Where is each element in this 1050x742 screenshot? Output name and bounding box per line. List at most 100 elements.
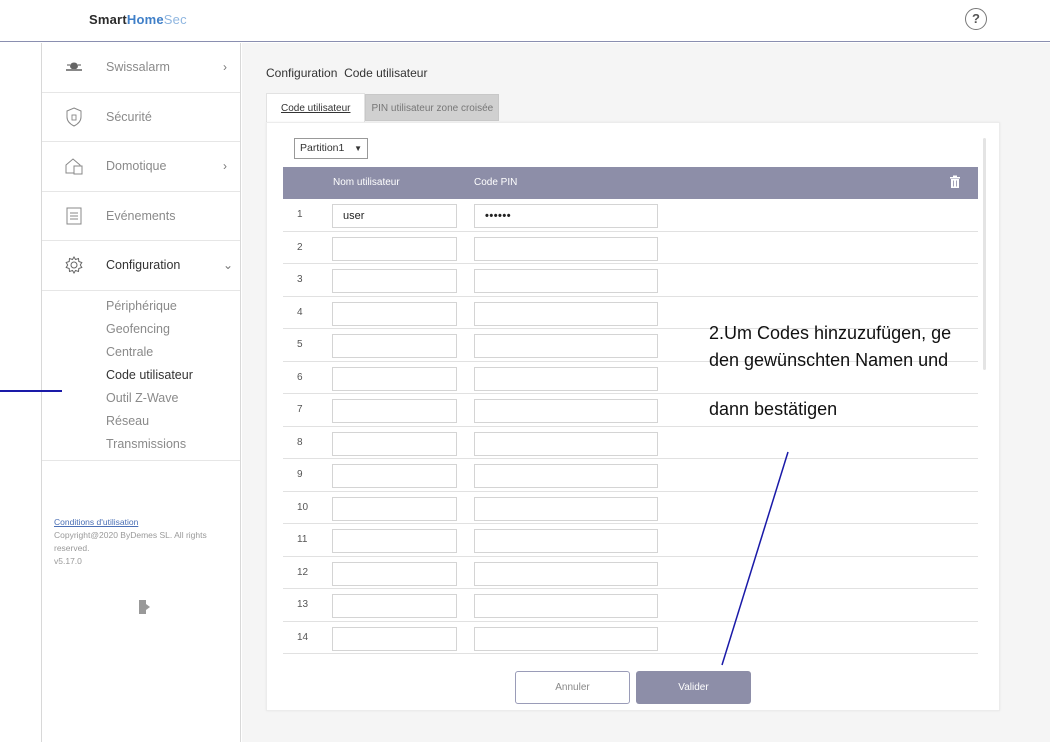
- sidebar-item-label: Domotique: [106, 159, 167, 174]
- user-name-field[interactable]: [332, 561, 457, 586]
- trash-icon[interactable]: [949, 175, 961, 189]
- help-icon[interactable]: ?: [965, 8, 987, 30]
- row-number: 11: [297, 534, 308, 545]
- cancel-button[interactable]: Annuler: [515, 671, 630, 704]
- table-row: 3: [283, 264, 978, 297]
- row-number: 1: [297, 209, 303, 220]
- logout-icon[interactable]: [139, 600, 151, 614]
- table-header: Nom utilisateur Code PIN: [283, 167, 978, 199]
- submenu-item-code-utilisateur[interactable]: Code utilisateur: [42, 364, 240, 387]
- gear-icon: [64, 255, 84, 275]
- annotation-text-line-3: dann bestätigen: [709, 399, 838, 419]
- user-name-field[interactable]: [332, 464, 457, 488]
- smart-home-icon: [64, 156, 84, 176]
- scrollbar[interactable]: [983, 138, 986, 370]
- row-number: 2: [297, 241, 303, 253]
- table-row: 14: [283, 622, 978, 654]
- user-name-field[interactable]: [332, 399, 457, 423]
- user-name-field[interactable]: [332, 529, 457, 553]
- submenu-item-outil-zwave[interactable]: Outil Z-Wave: [42, 387, 240, 410]
- partition-selected-value: Partition1: [300, 142, 345, 154]
- tab-code-utilisateur[interactable]: Code utilisateur: [266, 93, 366, 122]
- sidebar-item-domotique[interactable]: Domotique ›: [42, 142, 240, 192]
- user-name-field[interactable]: [332, 626, 457, 651]
- configuration-submenu: Périphérique Geofencing Centrale Code ut…: [42, 291, 240, 461]
- top-bar: SmartHomeSec ?: [0, 0, 1050, 42]
- sidebar-item-label: Configuration: [106, 258, 181, 273]
- confirm-button[interactable]: Valider: [636, 671, 751, 704]
- user-name-field[interactable]: [332, 431, 457, 456]
- pin-code-field[interactable]: [474, 399, 658, 423]
- user-name-field[interactable]: [332, 496, 457, 521]
- partition-select[interactable]: Partition1 ▼: [294, 138, 368, 159]
- pin-code-field[interactable]: [474, 236, 658, 261]
- user-name-field[interactable]: [332, 269, 457, 293]
- table-row: 10: [283, 492, 978, 524]
- table-row: 7: [283, 394, 978, 427]
- pin-code-field[interactable]: [474, 561, 658, 586]
- row-number: 10: [297, 501, 309, 513]
- caret-down-icon: ▼: [354, 144, 362, 153]
- copyright-text: Copyright@2020 ByDemes SL. All rights re…: [54, 530, 207, 553]
- chevron-down-icon: ⌄: [223, 258, 234, 273]
- user-name-field[interactable]: [332, 334, 457, 358]
- chevron-right-icon: ›: [223, 60, 227, 75]
- sidebar-item-swissalarm[interactable]: Swissalarm ›: [42, 43, 240, 93]
- sidebar-footer: Conditions d'utilisation Copyright@2020 …: [54, 516, 234, 568]
- submenu-item-centrale[interactable]: Centrale: [42, 341, 240, 364]
- brand-part-3: Sec: [163, 12, 187, 27]
- submenu-item-geofencing[interactable]: Geofencing: [42, 318, 240, 341]
- pin-code-field[interactable]: [474, 301, 658, 326]
- terms-link[interactable]: Conditions d'utilisation: [54, 517, 138, 527]
- annotation-pointer-line: [0, 390, 62, 392]
- pin-code-field[interactable]: [474, 464, 658, 488]
- swissalarm-logo-icon: [64, 57, 84, 77]
- user-name-field[interactable]: user: [332, 204, 457, 228]
- row-number: 4: [297, 306, 303, 318]
- pin-code-field[interactable]: [474, 594, 658, 618]
- pin-code-field[interactable]: [474, 626, 658, 651]
- submenu-item-reseau[interactable]: Réseau: [42, 410, 240, 433]
- user-table-body: 1 user •••••• 2 3 4 5 6 7 8 9 10 11 12 13 14: [283, 199, 978, 654]
- brand-part-1: Smart: [89, 12, 127, 27]
- sidebar-item-label: Sécurité: [106, 109, 152, 124]
- submenu-item-peripherique[interactable]: Périphérique: [42, 295, 240, 318]
- row-number: 3: [297, 274, 303, 285]
- row-number: 5: [297, 339, 303, 350]
- annotation-text-line-2: den gewünschten Namen und: [709, 350, 949, 370]
- pin-code-field[interactable]: [474, 431, 658, 456]
- sidebar-item-securite[interactable]: Sécurité: [42, 93, 240, 142]
- sidebar-item-evenements[interactable]: Evénements: [42, 192, 240, 241]
- sidebar-item-label: Swissalarm: [106, 60, 170, 75]
- table-row: 12: [283, 557, 978, 589]
- user-name-field[interactable]: [332, 366, 457, 391]
- user-name-field[interactable]: [332, 236, 457, 261]
- submenu-item-transmissions[interactable]: Transmissions: [42, 433, 240, 456]
- list-icon: [64, 206, 84, 226]
- pin-code-field[interactable]: ••••••: [474, 204, 658, 228]
- tab-pin-zone-croisee[interactable]: PIN utilisateur zone croisée: [365, 94, 500, 121]
- breadcrumb-page: Code utilisateur: [344, 66, 428, 80]
- shield-icon: [64, 107, 84, 127]
- pin-code-field[interactable]: [474, 334, 658, 358]
- row-number: 14: [297, 631, 309, 643]
- brand-logo[interactable]: SmartHomeSec: [89, 12, 187, 27]
- table-row: 13: [283, 589, 978, 622]
- breadcrumb-section[interactable]: Configuration: [266, 66, 337, 80]
- tab-bar: Code utilisateur PIN utilisateur zone cr…: [266, 93, 500, 122]
- table-row: 1 user ••••••: [283, 199, 978, 232]
- breadcrumb: Configuration Code utilisateur: [266, 66, 427, 80]
- row-number: 6: [297, 371, 303, 383]
- table-row: 2: [283, 232, 978, 264]
- user-name-field[interactable]: [332, 301, 457, 326]
- table-row: 11: [283, 524, 978, 557]
- sidebar-item-label: Evénements: [106, 208, 176, 223]
- pin-code-field[interactable]: [474, 366, 658, 391]
- sidebar-item-configuration[interactable]: Configuration ⌄: [42, 241, 240, 291]
- user-name-field[interactable]: [332, 594, 457, 618]
- table-row: 8: [283, 427, 978, 459]
- version-text: v5.17.0: [54, 556, 82, 566]
- pin-code-field[interactable]: [474, 496, 658, 521]
- pin-code-field[interactable]: [474, 269, 658, 293]
- pin-code-field[interactable]: [474, 529, 658, 553]
